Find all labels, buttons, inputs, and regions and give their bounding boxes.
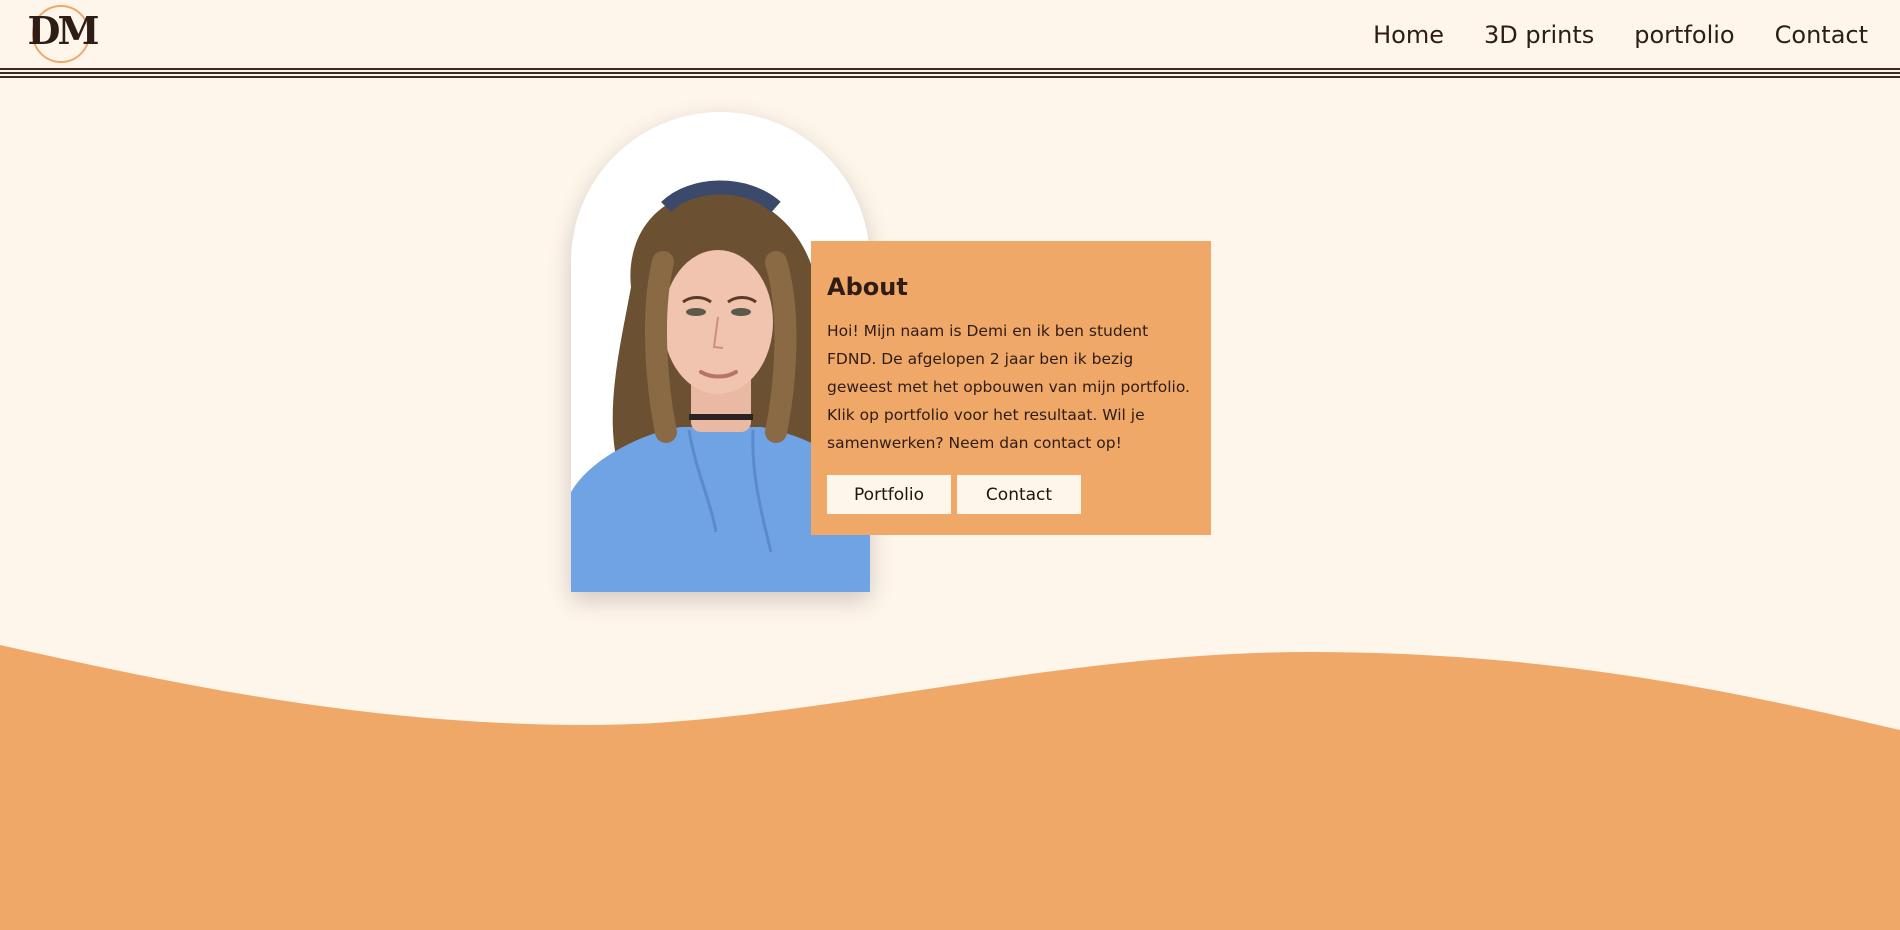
nav-3d-prints-link[interactable]: 3D prints (1484, 21, 1594, 49)
logo-text: DM (27, 8, 99, 53)
navbar: DM Home 3D prints portfolio Contact (0, 3, 1900, 67)
about-card: About Hoi! Mijn naam is Demi en ik ben s… (811, 241, 1211, 535)
about-title: About (827, 273, 908, 301)
portfolio-button[interactable]: Portfolio (827, 475, 951, 514)
nav-home-link[interactable]: Home (1373, 21, 1444, 49)
about-text: Hoi! Mijn naam is Demi en ik ben student… (827, 322, 1190, 452)
header-divider (0, 68, 1900, 80)
contact-button[interactable]: Contact (957, 475, 1081, 514)
decorative-wave (0, 645, 1900, 930)
nav-contact-link[interactable]: Contact (1775, 21, 1868, 49)
about-buttons: Portfolio Contact (827, 475, 1195, 514)
main-nav: Home 3D prints portfolio Contact (1373, 21, 1868, 49)
nav-portfolio-link[interactable]: portfolio (1634, 21, 1734, 49)
logo[interactable]: DM (26, 3, 100, 67)
